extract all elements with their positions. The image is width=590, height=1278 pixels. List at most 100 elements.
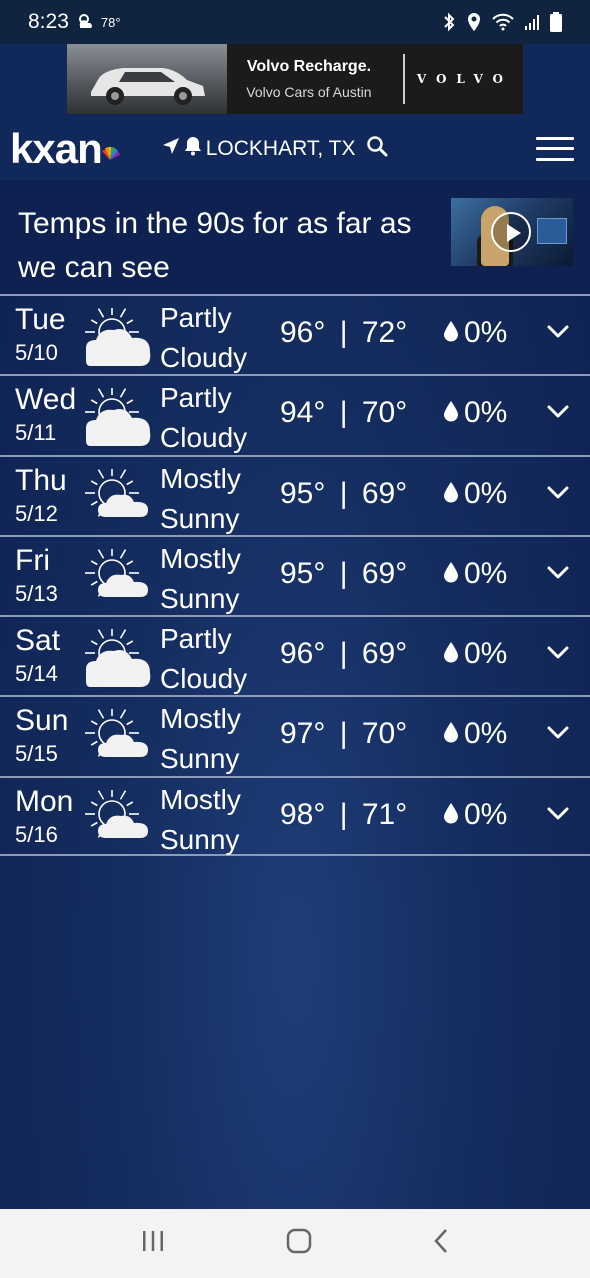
- chevron-down-icon[interactable]: [546, 806, 570, 827]
- headline-text[interactable]: Temps in the 90s for as far as we can se…: [18, 202, 438, 290]
- raindrop-icon: [443, 717, 459, 751]
- low-temp: 71°: [361, 797, 408, 831]
- precip-chance: 0%: [464, 316, 508, 349]
- precipitation: 0%: [443, 637, 507, 671]
- condition-line-2: Cloudy: [160, 663, 248, 695]
- raindrop-icon: [443, 396, 459, 430]
- recents-icon[interactable]: [141, 1230, 165, 1257]
- precipitation: 0%: [443, 717, 507, 751]
- precipitation: 0%: [443, 477, 507, 511]
- condition-line-2: Sunny: [160, 502, 240, 534]
- location-pin-icon: [466, 12, 482, 32]
- battery-icon: [550, 12, 562, 32]
- status-time: 8:23: [28, 10, 69, 33]
- forecast-list: Tue 5/10 Partly Cloudy 96° | 72° 0% Wed …: [0, 294, 590, 857]
- thumbnail-screen: [537, 218, 567, 244]
- chevron-down-icon[interactable]: [546, 485, 570, 506]
- forecast-row[interactable]: Fri 5/13 Mostly Sunny 95° | 69° 0%: [0, 534, 590, 616]
- temp-separator: |: [339, 316, 348, 349]
- weather-status-icon: [77, 13, 95, 31]
- high-temp: 95°: [280, 556, 326, 590]
- day-date: 5/11: [15, 420, 57, 446]
- mostly-sunny-icon: [84, 786, 154, 857]
- low-temp: 70°: [361, 717, 408, 751]
- temp-separator: |: [339, 717, 348, 751]
- day-name: Wed: [15, 383, 77, 417]
- wifi-icon: [492, 13, 514, 31]
- mostly-sunny-icon: [84, 545, 154, 616]
- day-name: Thu: [15, 463, 67, 497]
- forecast-row[interactable]: Mon 5/16 Mostly Sunny 98° | 71° 0%: [0, 775, 590, 857]
- temperature-range: 98° | 71°: [280, 798, 407, 832]
- precip-chance: 0%: [464, 717, 508, 751]
- forecast-day: Fri 5/13: [15, 543, 58, 609]
- condition: Mostly Sunny: [160, 699, 241, 779]
- status-bar: 8:23 78°: [0, 0, 590, 44]
- day-date: 5/15: [15, 741, 58, 767]
- back-icon[interactable]: [433, 1228, 449, 1259]
- temp-separator: |: [339, 396, 348, 430]
- search-icon[interactable]: [366, 135, 388, 163]
- temperature-range: 96° | 69°: [280, 637, 407, 671]
- condition-line-2: Sunny: [160, 582, 240, 614]
- day-name: Tue: [15, 303, 66, 336]
- precip-chance: 0%: [464, 637, 508, 671]
- location-selector[interactable]: LOCKHART, TX: [162, 135, 388, 163]
- forecast-row[interactable]: Sun 5/15 Mostly Sunny 97° | 70° 0%: [0, 695, 590, 775]
- raindrop-icon: [443, 316, 459, 350]
- day-name: Mon: [15, 784, 74, 818]
- temperature-range: 96° | 72°: [280, 316, 407, 350]
- condition-line-2: Sunny: [160, 743, 240, 775]
- forecast-row[interactable]: Wed 5/11 Partly Cloudy 94° | 70° 0%: [0, 374, 590, 454]
- low-temp: 70°: [361, 396, 408, 430]
- high-temp: 96°: [280, 637, 326, 671]
- forecast-row[interactable]: Tue 5/10 Partly Cloudy 96° | 72° 0%: [0, 294, 590, 374]
- ad-subline: Volvo Cars of Austin: [246, 84, 372, 100]
- chevron-down-icon[interactable]: [546, 645, 570, 666]
- temperature-range: 94° | 70°: [280, 396, 407, 430]
- volvo-ad[interactable]: Volvo Recharge. Volvo Cars of Austin VOL…: [67, 44, 523, 114]
- video-thumbnail[interactable]: [451, 198, 573, 266]
- logo-text: kxan: [10, 124, 103, 172]
- high-temp: 98°: [280, 797, 326, 831]
- day-name: Sat: [15, 624, 61, 658]
- high-temp: 97°: [280, 717, 326, 751]
- forecast-row[interactable]: Thu 5/12 Mostly Sunny 95° | 69° 0%: [0, 454, 590, 535]
- low-temp: 72°: [361, 316, 408, 349]
- temperature-range: 97° | 70°: [280, 717, 407, 751]
- condition: Mostly Sunny: [160, 459, 241, 539]
- forecast-day: Thu 5/12: [15, 463, 67, 529]
- headline-section[interactable]: Temps in the 90s for as far as we can se…: [0, 180, 590, 294]
- bell-icon[interactable]: [184, 136, 202, 162]
- system-nav-bar: [0, 1209, 590, 1278]
- chevron-down-icon[interactable]: [546, 565, 570, 586]
- condition: Partly Cloudy: [160, 619, 247, 699]
- partly-cloudy-icon: [84, 625, 154, 696]
- hamburger-menu-icon[interactable]: [536, 136, 574, 161]
- app-header: kxan LOCKHART, TX: [0, 117, 590, 180]
- chevron-down-icon[interactable]: [546, 404, 570, 425]
- day-date: 5/14: [15, 661, 58, 687]
- temp-separator: |: [339, 637, 348, 671]
- forecast-row[interactable]: Sat 5/14 Partly Cloudy 96° | 69° 0%: [0, 615, 590, 695]
- ad-banner-area: Volvo Recharge. Volvo Cars of Austin VOL…: [0, 44, 590, 117]
- precip-chance: 0%: [464, 797, 508, 831]
- mostly-sunny-icon: [84, 705, 154, 776]
- ad-divider: [402, 54, 405, 104]
- day-name: Sun: [15, 704, 69, 738]
- low-temp: 69°: [361, 637, 408, 671]
- nbc-peacock-icon: [100, 126, 120, 168]
- partly-cloudy-icon: [84, 304, 154, 375]
- play-icon[interactable]: [491, 212, 531, 252]
- status-temperature: 78°: [100, 14, 121, 30]
- temp-separator: |: [339, 556, 348, 590]
- chevron-down-icon[interactable]: [546, 725, 570, 746]
- ad-headline: Volvo Recharge.: [246, 58, 372, 75]
- day-date: 5/12: [15, 500, 58, 526]
- condition: Mostly Sunny: [160, 780, 241, 860]
- condition-line-1: Mostly: [160, 703, 241, 735]
- chevron-down-icon[interactable]: [546, 324, 570, 345]
- kxan-logo[interactable]: kxan: [10, 124, 120, 172]
- precipitation: 0%: [443, 557, 507, 591]
- home-icon[interactable]: [286, 1228, 312, 1259]
